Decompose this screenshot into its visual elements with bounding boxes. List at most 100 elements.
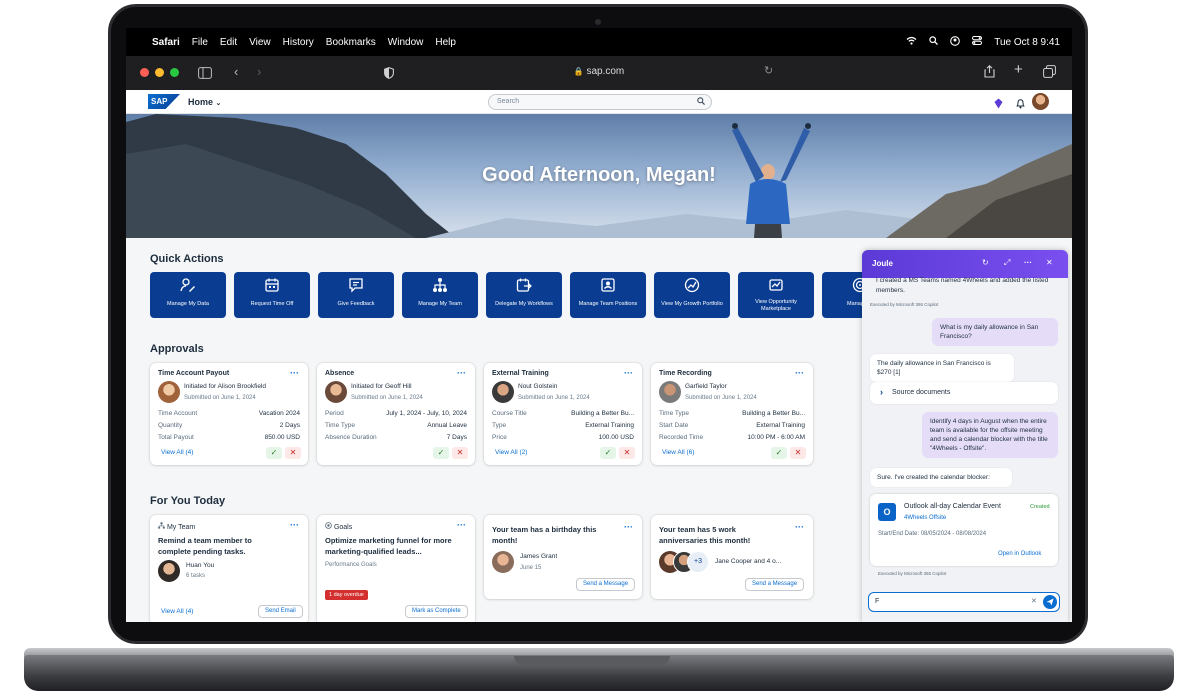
more-options-icon[interactable]: ··· <box>290 520 299 530</box>
user-avatar[interactable] <box>1032 93 1049 110</box>
for-you-today-title: For You Today <box>150 495 226 507</box>
more-options-icon[interactable]: ··· <box>457 520 466 530</box>
view-all-link[interactable]: View All (4) <box>161 608 193 615</box>
send-message-button[interactable]: Send a Message <box>576 578 636 591</box>
quick-action-manage-team-positions[interactable]: Manage Team Positions <box>570 272 646 318</box>
detail-row: Time Type Annual Leave <box>325 422 467 429</box>
detail-row: Period July 1, 2024 - July, 10, 2024 <box>325 410 467 417</box>
menu-edit[interactable]: Edit <box>220 37 237 48</box>
user-switch-icon[interactable] <box>950 35 961 49</box>
card-headline: Your team has 5 work anniversaries this … <box>659 525 751 545</box>
menu-help[interactable]: Help <box>435 37 456 48</box>
clear-icon[interactable]: ✕ <box>1031 597 1037 605</box>
more-options-icon[interactable]: ··· <box>795 368 804 378</box>
new-tab-icon[interactable]: + <box>1014 61 1023 78</box>
more-options-icon[interactable]: ··· <box>624 522 633 532</box>
feedback-icon <box>318 277 394 295</box>
quick-action-view-opportunity-marketplace[interactable]: View Opportunity Marketplace <box>738 272 814 318</box>
reject-button[interactable]: ✕ <box>619 447 635 459</box>
view-all-link[interactable]: View All (4) <box>161 449 193 456</box>
address-bar[interactable]: 🔒 sap.com <box>126 66 1072 77</box>
approval-card-external-training[interactable]: External Training ··· Nout Golstein Subm… <box>484 363 642 465</box>
bot-message: Sure. I've created the calendar blocker: <box>870 468 1012 487</box>
source-documents-label: Source documents <box>892 389 951 396</box>
send-icon[interactable] <box>1043 595 1057 609</box>
row-label: Start Date <box>659 422 689 429</box>
executed-by-label: Executed by Microsoft 365 Copilot <box>870 302 939 307</box>
spotlight-icon[interactable] <box>929 36 939 48</box>
menu-safari[interactable]: Safari <box>152 37 180 48</box>
row-value: July 1, 2024 - July, 10, 2024 <box>386 410 467 417</box>
row-label: Time Account <box>158 410 198 417</box>
card-headline: Your team has a birthday this month! <box>492 525 597 545</box>
send-email-button[interactable]: Send Email <box>258 605 303 618</box>
joule-chat-input[interactable]: F ✕ <box>868 592 1060 612</box>
menu-history[interactable]: History <box>283 37 314 48</box>
wifi-icon[interactable] <box>906 36 917 48</box>
approve-button[interactable]: ✓ <box>266 447 282 459</box>
menu-window[interactable]: Window <box>388 37 424 48</box>
camera <box>595 19 601 25</box>
avatar <box>325 381 347 403</box>
chat-input-value: F <box>875 598 880 605</box>
approve-button[interactable]: ✓ <box>433 447 449 459</box>
avatar <box>659 381 681 403</box>
menubar-datetime[interactable]: Tue Oct 8 9:41 <box>994 37 1060 48</box>
more-options-icon[interactable]: ··· <box>1024 258 1032 267</box>
notification-bell-icon[interactable] <box>1016 96 1025 114</box>
view-all-link[interactable]: View All (6) <box>662 449 694 456</box>
home-menu-label: Home <box>188 97 214 107</box>
quick-action-give-feedback[interactable]: Give Feedback <box>318 272 394 318</box>
view-all-link[interactable]: View All (2) <box>495 449 527 456</box>
more-options-icon[interactable]: ··· <box>457 368 466 378</box>
search-input[interactable]: Search <box>488 94 712 110</box>
quick-action-manage-my-data[interactable]: Manage My Data <box>150 272 226 318</box>
send-message-button[interactable]: Send a Message <box>745 578 805 591</box>
sap-logo[interactable]: SAP <box>148 94 180 109</box>
detail-row: Time Type Building a Better Bu... <box>659 410 805 417</box>
history-icon[interactable]: ↻ <box>982 258 989 267</box>
for-you-card-birthday[interactable]: Your team has a birthday this month! ···… <box>484 515 642 599</box>
menu-file[interactable]: File <box>192 37 208 48</box>
more-options-icon[interactable]: ··· <box>795 522 804 532</box>
row-label: Time Type <box>325 422 355 429</box>
reload-icon[interactable]: ↻ <box>764 64 773 77</box>
approval-card-absence[interactable]: Absence ··· Initiated for Geoff Hill Sub… <box>317 363 475 465</box>
home-menu[interactable]: Home ⌄ <box>188 97 221 107</box>
approve-button[interactable]: ✓ <box>771 447 787 459</box>
reject-button[interactable]: ✕ <box>452 447 468 459</box>
mark-as-complete-button[interactable]: Mark as Complete <box>405 605 468 618</box>
quick-action-label: Manage Team Positions <box>578 301 638 307</box>
detail-row: Start Date External Training <box>659 422 805 429</box>
approval-card-time-recording[interactable]: Time Recording ··· Garfield Taylor Submi… <box>651 363 813 465</box>
quick-action-request-time-off[interactable]: Request Time Off <box>234 272 310 318</box>
quick-action-delegate-my-workflows[interactable]: Delegate My Workflows <box>486 272 562 318</box>
reject-button[interactable]: ✕ <box>285 447 301 459</box>
menu-bookmarks[interactable]: Bookmarks <box>326 37 376 48</box>
quick-action-label: View My Growth Portfolio <box>661 301 723 307</box>
detail-row: Type External Training <box>492 422 634 429</box>
more-options-icon[interactable]: ··· <box>624 368 633 378</box>
more-options-icon[interactable]: ··· <box>290 368 299 378</box>
row-value: 100.00 USD <box>598 434 634 441</box>
for-you-card-anniversaries[interactable]: Your team has 5 work anniversaries this … <box>651 515 813 599</box>
quick-action-view-my-growth-portfolio[interactable]: View My Growth Portfolio <box>654 272 730 318</box>
quick-action-manage-my-team[interactable]: Manage My Team <box>402 272 478 318</box>
for-you-card-my-team[interactable]: My Team ··· Remind a team member to comp… <box>150 515 308 622</box>
tabs-overview-icon[interactable] <box>1043 65 1056 83</box>
approve-button[interactable]: ✓ <box>600 447 616 459</box>
row-value: 7 Days <box>446 434 467 441</box>
search-icon[interactable] <box>697 97 705 107</box>
joule-diamond-icon[interactable] <box>994 96 1003 114</box>
for-you-card-goals[interactable]: Goals ··· Optimize marketing funnel for … <box>317 515 475 622</box>
control-center-icon[interactable] <box>972 36 983 48</box>
approval-card-time-account-payout[interactable]: Time Account Payout ··· Initiated for Al… <box>150 363 308 465</box>
expand-icon[interactable]: ⤢ <box>1004 258 1010 268</box>
close-icon[interactable]: ✕ <box>1046 258 1053 267</box>
open-in-outlook-link[interactable]: Open in Outlook <box>998 551 1041 557</box>
source-documents-expander[interactable]: › Source documents <box>870 382 1058 404</box>
sap-shell-header: SAP Home ⌄ Search <box>126 90 1072 114</box>
menu-view[interactable]: View <box>249 37 271 48</box>
reject-button[interactable]: ✕ <box>790 447 806 459</box>
share-icon[interactable] <box>984 65 995 83</box>
